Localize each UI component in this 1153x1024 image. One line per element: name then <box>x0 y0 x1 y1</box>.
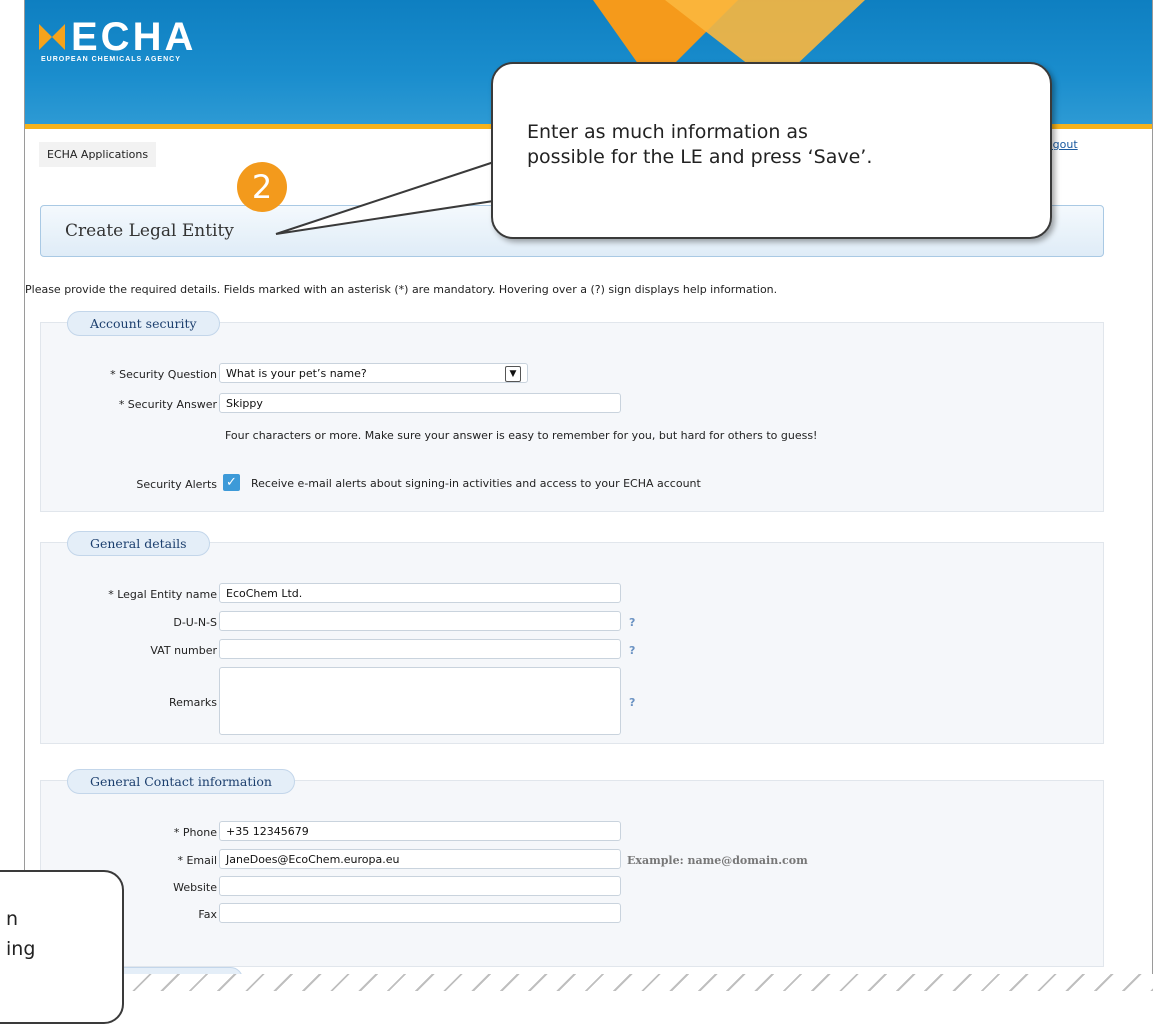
email-input[interactable]: JaneDoes@EcoChem.europa.eu <box>219 849 621 869</box>
callout-line-2: possible for the LE and press ‘Save’. <box>527 146 873 168</box>
vat-help-icon[interactable]: ? <box>629 644 635 657</box>
phone-label: * Phone <box>173 826 217 839</box>
legal-entity-name-row: * Legal Entity name <box>41 583 217 605</box>
callout-line-1: Enter as much information as <box>527 121 808 143</box>
security-question-select[interactable]: What is your pet’s name? ▼ <box>219 363 528 383</box>
security-alerts-text: Receive e-mail alerts about signing-in a… <box>251 477 701 490</box>
vat-number-input[interactable] <box>219 639 621 659</box>
website-label: Website <box>173 881 217 894</box>
logo-text: ECHA <box>71 15 197 59</box>
duns-label: D-U-N-S <box>173 616 217 629</box>
account-security-legend: Account security <box>67 311 220 336</box>
echa-logo-icon <box>39 20 67 50</box>
general-details-section: General details * Legal Entity name EcoC… <box>40 531 1104 744</box>
duns-row: D-U-N-S <box>41 611 217 633</box>
remarks-label: Remarks <box>169 696 217 709</box>
secondary-callout-line-1: n <box>6 908 19 930</box>
security-question-label: * Security Question <box>110 368 217 381</box>
security-question-value: What is your pet’s name? <box>226 367 367 380</box>
email-label: * Email <box>177 854 217 867</box>
contact-section: General Contact information * Phone +35 … <box>40 769 1104 967</box>
security-answer-row: * Security Answer <box>41 393 217 415</box>
remarks-help-icon[interactable]: ? <box>629 696 635 709</box>
security-alerts-label: Security Alerts <box>136 478 217 491</box>
page-title: Create Legal Entity <box>65 221 234 241</box>
instruction-callout: Enter as much information as possible fo… <box>491 62 1052 239</box>
website-input[interactable] <box>219 876 621 896</box>
intro-text: Please provide the required details. Fie… <box>25 283 778 296</box>
fax-input[interactable] <box>219 903 621 923</box>
email-row: * Email <box>41 849 217 871</box>
legal-entity-name-label: * Legal Entity name <box>108 588 217 601</box>
security-answer-hint: Four characters or more. Make sure your … <box>225 429 818 442</box>
remarks-row: Remarks <box>41 691 217 713</box>
chevron-down-icon[interactable]: ▼ <box>505 366 521 382</box>
duns-input[interactable] <box>219 611 621 631</box>
duns-help-icon[interactable]: ? <box>629 616 635 629</box>
secondary-callout-line-2: ing <box>6 938 36 960</box>
general-details-legend: General details <box>67 531 210 556</box>
logo-subtitle: EUROPEAN CHEMICALS AGENCY <box>41 56 181 63</box>
email-example: Example: name@domain.com <box>627 854 808 867</box>
phone-row: * Phone <box>41 821 217 843</box>
echa-logo[interactable]: ECHA EUROPEAN CHEMICALS AGENCY <box>39 15 197 63</box>
vat-number-label: VAT number <box>150 644 217 657</box>
callout-text: Enter as much information as possible fo… <box>527 120 872 170</box>
secondary-callout-text: n ing <box>6 904 35 964</box>
torn-edge <box>108 974 1153 991</box>
legal-entity-name-input[interactable]: EcoChem Ltd. <box>219 583 621 603</box>
security-question-row: * Security Question <box>41 363 217 385</box>
fax-label: Fax <box>198 908 217 921</box>
contact-legend: General Contact information <box>67 769 295 794</box>
security-alerts-row: Security Alerts <box>41 473 217 495</box>
step-number-badge: 2 <box>237 162 287 212</box>
remarks-textarea[interactable] <box>219 667 621 735</box>
security-answer-label: * Security Answer <box>118 398 217 411</box>
account-security-section: Account security * Security Question Wha… <box>40 311 1104 512</box>
secondary-callout: n ing <box>0 870 124 1024</box>
tab-echa-applications[interactable]: ECHA Applications <box>39 142 157 167</box>
phone-input[interactable]: +35 12345679 <box>219 821 621 841</box>
security-answer-input[interactable]: Skippy <box>219 393 621 413</box>
security-alerts-checkbox[interactable]: ✓ <box>223 474 240 491</box>
vat-number-row: VAT number <box>41 639 217 661</box>
